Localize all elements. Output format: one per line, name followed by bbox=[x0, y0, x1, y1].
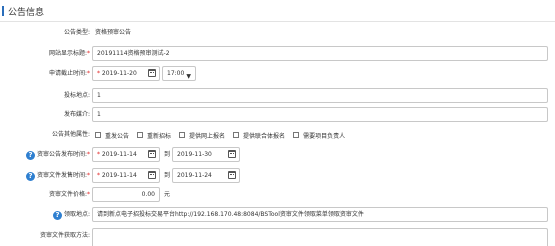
notice-publish-to-input[interactable]: 2019-11-30 bbox=[172, 147, 240, 162]
display-title-label: 网站显示标题:* bbox=[48, 50, 90, 57]
checkbox-box[interactable] bbox=[293, 132, 300, 138]
doc-price-input[interactable]: 0.00 bbox=[92, 187, 160, 202]
row-doc-price: 资审文件价格:* 0.00 元 bbox=[0, 187, 555, 203]
deadline-label: 申请截止时间:* bbox=[48, 70, 90, 77]
notice-publish-to-text: 2019-11-30 bbox=[177, 151, 212, 158]
notice-type-value: 资格预审公告 bbox=[95, 29, 132, 36]
deadline-time-select[interactable]: 17:00 ▼ bbox=[162, 66, 196, 81]
checkbox-box[interactable] bbox=[179, 132, 186, 138]
deadline-date-input[interactable]: * 2019-11-20 bbox=[92, 66, 160, 81]
doc-price-unit: 元 bbox=[164, 191, 171, 198]
required-mark: * bbox=[87, 172, 90, 179]
other-attrs-options: 重发公告 重新招标 提供网上报名 提供联合体报名 需要项目负责人 bbox=[95, 127, 353, 143]
checkbox-label: 需要项目负责人 bbox=[303, 132, 346, 140]
doc-issue-to-input[interactable]: 2019-11-24 bbox=[172, 168, 240, 183]
row-notice-type: 公告类型: 资格预审公告 bbox=[0, 25, 555, 41]
checkbox-label: 重新招标 bbox=[147, 132, 172, 140]
media-input[interactable]: 1 bbox=[92, 107, 548, 122]
row-doc-issue-time: ? 资审文件发售时间:* * 2019-11-14 到 2019-11-24 bbox=[0, 168, 555, 184]
checkbox-box[interactable] bbox=[233, 132, 240, 138]
doc-issue-from-input[interactable]: * 2019-11-14 bbox=[92, 168, 160, 183]
checkbox-rebid[interactable]: 重新招标 bbox=[137, 131, 171, 140]
section-title: 公告信息 bbox=[8, 8, 45, 18]
pickup-location-label: ? 领取地点: bbox=[52, 207, 90, 223]
header-accent-bar bbox=[2, 6, 4, 16]
display-title-input[interactable]: 20191114资格预审测试-2 bbox=[92, 46, 548, 61]
row-deadline: 申请截止时间:* * 2019-11-20 17:00 ▼ bbox=[0, 66, 555, 82]
calendar-icon[interactable] bbox=[148, 150, 156, 158]
row-notice-publish-time: ? 资审公告发布时间:* * 2019-11-14 到 2019-11-30 bbox=[0, 147, 555, 163]
checkbox-online-signup[interactable]: 提供网上报名 bbox=[179, 131, 225, 140]
question-circle-icon[interactable]: ? bbox=[25, 172, 35, 181]
caret-down-icon: ▼ bbox=[186, 73, 191, 80]
calendar-icon[interactable] bbox=[228, 150, 236, 158]
notice-type-label: 公告类型: bbox=[63, 29, 90, 36]
checkbox-project-lead[interactable]: 需要项目负责人 bbox=[293, 131, 345, 140]
bid-location-label: 投标地点: bbox=[63, 92, 90, 99]
required-mark: * bbox=[87, 151, 90, 158]
row-other-attrs: 公告其他属性: 重发公告 重新招标 提供网上报名 提供联合体报名 需要项目负责人 bbox=[0, 127, 555, 143]
obtain-method-label: 资审文件获取方法: bbox=[39, 232, 90, 239]
notice-publish-time-label: ? 资审公告发布时间:* bbox=[25, 147, 90, 163]
range-separator: 到 bbox=[164, 151, 171, 158]
doc-price-label: 资审文件价格:* bbox=[48, 191, 90, 198]
bid-location-input[interactable]: 1 bbox=[92, 88, 548, 103]
question-circle-icon[interactable]: ? bbox=[52, 211, 62, 220]
obtain-method-textarea[interactable] bbox=[92, 228, 548, 246]
deadline-time-text: 17:00 bbox=[167, 70, 185, 77]
row-media: 发布媒介: 1 bbox=[0, 107, 555, 123]
row-obtain-method: 资审文件获取方法: bbox=[0, 228, 555, 246]
checkbox-label: 提供网上报名 bbox=[189, 132, 226, 140]
doc-issue-from-text: 2019-11-14 bbox=[101, 172, 137, 179]
row-bid-location: 投标地点: 1 bbox=[0, 88, 555, 104]
checkbox-label: 重发公告 bbox=[105, 132, 130, 140]
calendar-icon[interactable] bbox=[228, 171, 236, 179]
checkbox-consortium-signup[interactable]: 提供联合体报名 bbox=[233, 131, 285, 140]
section-header: 公告信息 bbox=[0, 0, 555, 22]
checkbox-reissue[interactable]: 重发公告 bbox=[95, 131, 129, 140]
notice-publish-from-text: 2019-11-14 bbox=[101, 151, 137, 158]
pickup-location-input[interactable]: 请到新点电子招投标交易平台http://192.168.170.48:8084/… bbox=[92, 207, 548, 222]
doc-issue-time-label: ? 资审文件发售时间:* bbox=[25, 168, 90, 184]
row-display-title: 网站显示标题:* 20191114资格预审测试-2 bbox=[0, 46, 555, 62]
notice-publish-from-input[interactable]: * 2019-11-14 bbox=[92, 147, 160, 162]
calendar-icon[interactable] bbox=[148, 69, 156, 77]
checkbox-label: 提供联合体报名 bbox=[243, 132, 286, 140]
media-label: 发布媒介: bbox=[63, 111, 90, 118]
checkbox-box[interactable] bbox=[137, 132, 144, 138]
question-circle-icon[interactable]: ? bbox=[25, 151, 35, 160]
required-mark: * bbox=[87, 70, 90, 77]
deadline-date-text: 2019-11-20 bbox=[101, 70, 137, 77]
checkbox-box[interactable] bbox=[95, 132, 101, 138]
doc-issue-to-text: 2019-11-24 bbox=[177, 172, 212, 179]
row-pickup-location: ? 领取地点: 请到新点电子招投标交易平台http://192.168.170.4… bbox=[0, 207, 555, 223]
required-mark: * bbox=[87, 191, 90, 198]
range-separator: 到 bbox=[164, 172, 171, 179]
required-mark: * bbox=[87, 50, 90, 57]
other-attrs-label: 公告其他属性: bbox=[51, 131, 90, 138]
calendar-icon[interactable] bbox=[148, 171, 156, 179]
